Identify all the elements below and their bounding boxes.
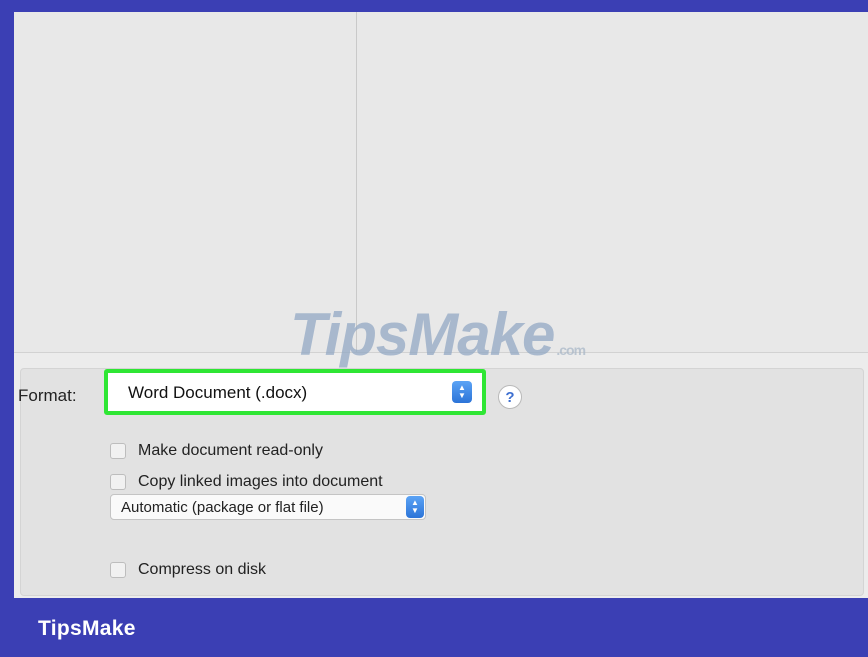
read-only-checkbox[interactable] bbox=[110, 443, 126, 459]
package-format-value: Automatic (package or flat file) bbox=[121, 499, 324, 516]
compress-label: Compress on disk bbox=[138, 561, 267, 578]
format-label: Format: bbox=[18, 386, 77, 405]
brand-logo: TipsMake bbox=[38, 617, 136, 640]
watermark-logo: TipsMake .com bbox=[290, 301, 586, 368]
footer-bar: TipsMake bbox=[0, 598, 868, 657]
format-select-value: Word Document (.docx) bbox=[128, 383, 308, 402]
select-stepper-icon: ▲ ▼ bbox=[452, 381, 472, 403]
format-select[interactable]: Word Document (.docx) ▲ ▼ bbox=[104, 369, 486, 415]
package-format-select[interactable]: Automatic (package or flat file) ▲ ▼ bbox=[110, 494, 426, 520]
copy-images-label: Copy linked images into document bbox=[138, 473, 383, 490]
copy-images-checkbox[interactable] bbox=[110, 474, 126, 490]
compress-checkbox[interactable] bbox=[110, 562, 126, 578]
help-button[interactable]: ? bbox=[498, 385, 522, 409]
read-only-label: Make document read-only bbox=[138, 442, 323, 459]
select-stepper-icon: ▲ ▼ bbox=[406, 496, 424, 518]
